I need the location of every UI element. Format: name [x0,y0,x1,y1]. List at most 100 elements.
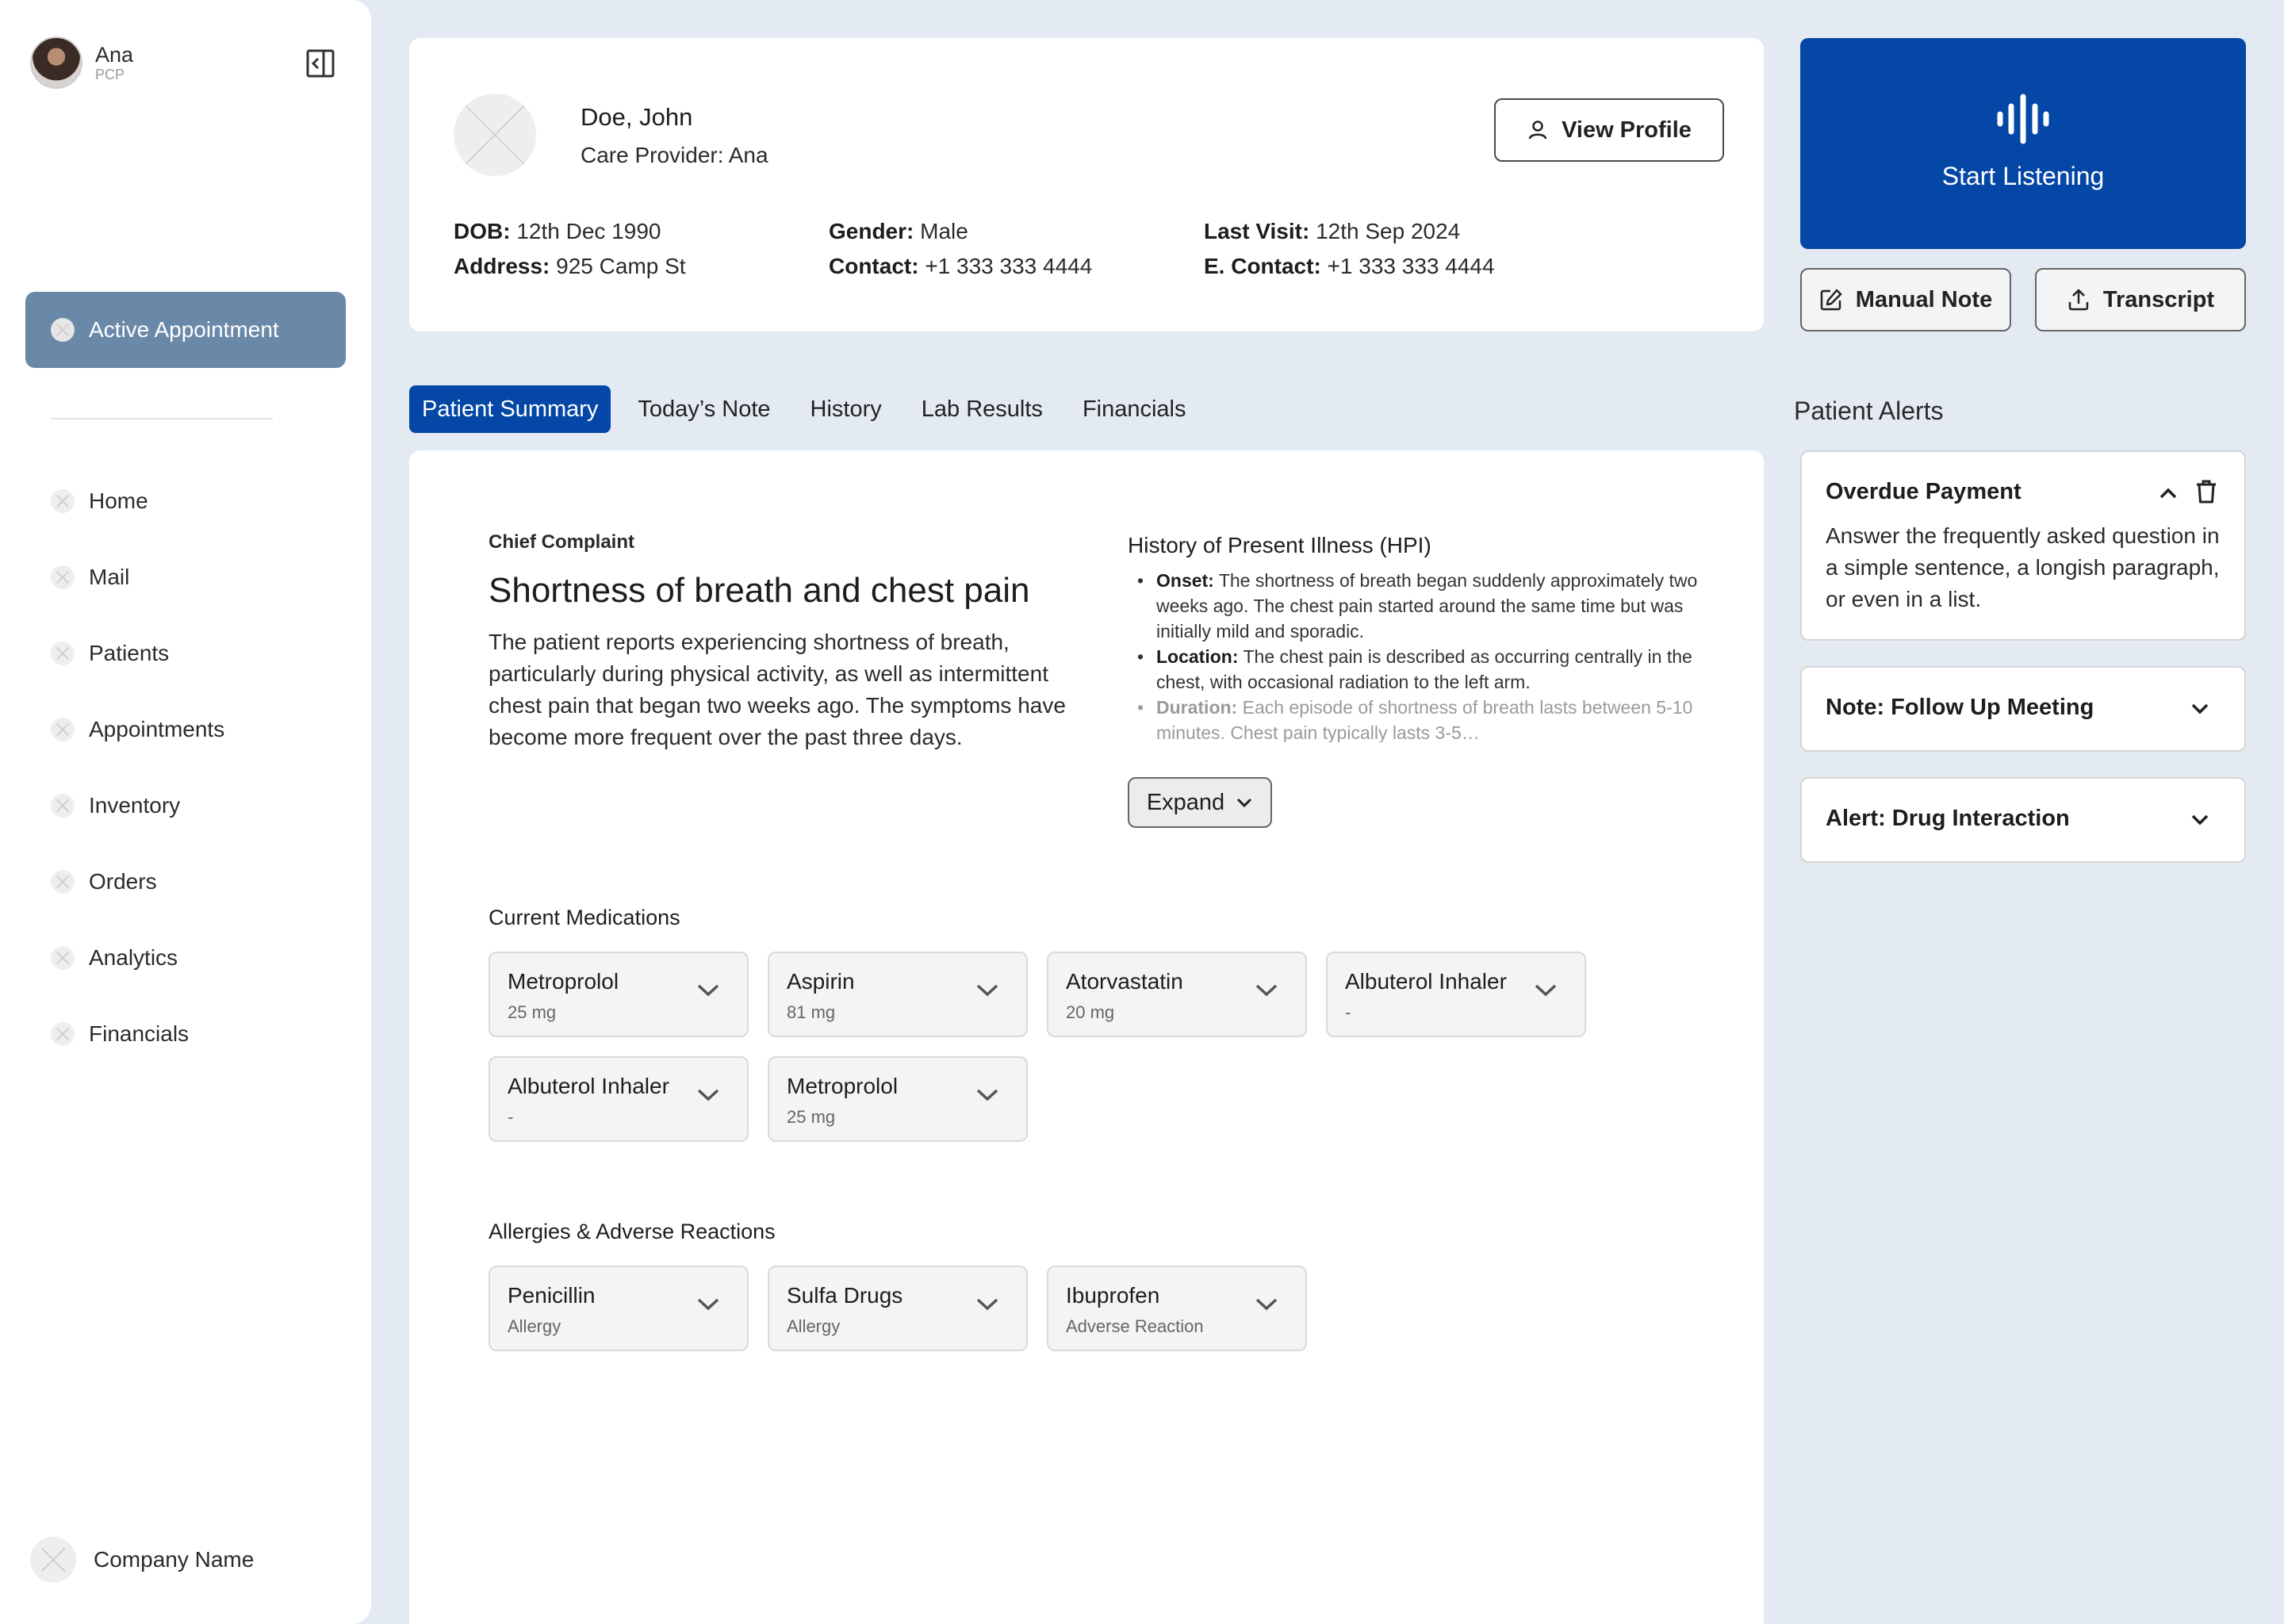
medication-name: Albuterol Inhaler [1345,969,1507,994]
medication-chip[interactable]: Metroprolol 25 mg [768,1056,1028,1142]
sidebar-item-label: Orders [89,869,157,894]
medication-dose: 25 mg [508,1002,557,1022]
tab-todays-note[interactable]: Today’s Note [625,385,783,433]
sidebar-item-inventory[interactable]: Inventory [51,768,224,844]
allergy-chip[interactable]: Sulfa Drugs Allergy [768,1266,1028,1351]
chevron-down-icon [976,984,998,997]
medication-chip[interactable]: Metroprolol 25 mg [489,952,749,1037]
sidebar-item-label: Patients [89,641,170,665]
alert-card-overdue-payment: Overdue Payment Answer the frequently as… [1800,450,2246,641]
edit-icon [1820,289,1842,311]
trash-icon[interactable] [2195,479,2217,504]
chevron-up-icon[interactable] [2159,487,2178,500]
allergy-name: Ibuprofen [1066,1283,1160,1308]
medication-dose: 25 mg [787,1107,836,1127]
start-listening-label: Start Listening [1941,162,2105,190]
address: Address: 925 Camp St [454,254,686,278]
last-visit: Last Visit: 12th Sep 2024 [1204,219,1461,243]
sidebar-item-label: Home [89,488,148,513]
hpi-item: Duration: Each episode of shortness of b… [1128,695,1707,742]
patient-header-card: Doe, John Care Provider: Ana View Profil… [409,38,1764,331]
sidebar-item-mail[interactable]: Mail [51,539,224,615]
patient-avatar [454,94,536,176]
view-profile-label: View Profile [1562,117,1692,143]
user-icon [1528,121,1547,140]
allergy-type: Allergy [787,1316,841,1336]
chevron-down-icon [1237,798,1252,808]
manual-note-button[interactable]: Manual Note [1800,268,2011,331]
sidebar-item-home[interactable]: Home [51,463,224,539]
view-profile-button[interactable]: View Profile [1494,98,1724,162]
sidebar-item-analytics[interactable]: Analytics [51,920,224,996]
company-switcher[interactable]: Company Name [30,1537,254,1583]
medication-name: Albuterol Inhaler [508,1074,669,1098]
gender: Gender: Male [829,219,968,243]
allergy-chip[interactable]: Ibuprofen Adverse Reaction [1047,1266,1307,1351]
sidebar-item-label: Inventory [89,793,181,818]
dob: DOB: 12th Dec 1990 [454,219,661,243]
chevron-down-icon [697,1089,719,1101]
chief-complaint-body: The patient reports experiencing shortne… [489,630,1066,749]
sidebar-item-label: Analytics [89,945,178,970]
alert-card-drug-interaction[interactable]: Alert: Drug Interaction [1800,777,2246,863]
medication-chip[interactable]: Atorvastatin 20 mg [1047,952,1307,1037]
hpi-title: History of Present Illness (HPI) [1128,533,1431,557]
patient-tabs: Patient Summary Today’s Note History Lab… [409,385,1213,433]
medication-name: Metroprolol [787,1074,899,1098]
placeholder-icon [51,489,75,513]
audio-waveform-icon [1997,94,2049,144]
allergy-name: Sulfa Drugs [787,1283,903,1308]
medication-name: Metroprolol [508,969,619,994]
alert-title: Overdue Payment [1826,479,2021,504]
sidebar-nav: Home Mail Patients Appointments Inventor… [51,463,224,1072]
chevron-down-icon [2191,814,2209,825]
placeholder-icon [51,718,75,741]
user-profile[interactable]: Ana PCP [30,36,133,89]
chevron-down-icon [976,1089,998,1101]
medication-chip[interactable]: Albuterol Inhaler - [1326,952,1586,1037]
medication-dose: 20 mg [1066,1002,1115,1022]
sidebar-item-financials[interactable]: Financials [51,996,224,1072]
placeholder-icon [51,642,75,665]
medication-dose: - [508,1107,514,1127]
contact: Contact: +1 333 333 4444 [829,254,1093,278]
tab-financials[interactable]: Financials [1070,385,1199,433]
hpi-list: Onset: The shortness of breath began sud… [1128,568,1707,742]
expand-button[interactable]: Expand [1128,777,1272,828]
start-listening-button[interactable]: Start Listening [1800,38,2246,249]
sidebar-item-orders[interactable]: Orders [51,844,224,920]
chief-complaint-label: Chief Complaint [489,531,634,553]
sidebar-item-appointments[interactable]: Appointments [51,691,224,768]
transcript-button[interactable]: Transcript [2035,268,2246,331]
placeholder-icon [51,870,75,894]
medication-chip[interactable]: Aspirin 81 mg [768,952,1028,1037]
patient-info-grid: DOB: 12th Dec 1990 Gender: Male Last Vis… [454,219,1579,279]
allergy-chip[interactable]: Penicillin Allergy [489,1266,749,1351]
placeholder-icon [51,1022,75,1046]
chevron-down-icon [1535,984,1557,997]
sidebar-item-patients[interactable]: Patients [51,615,224,691]
placeholder-icon [51,565,75,589]
divider [51,418,273,419]
chief-complaint-title: Shortness of breath and chest pain [489,571,1030,610]
chevron-down-icon [697,984,719,997]
transcript-label: Transcript [2102,286,2215,312]
manual-note-label: Manual Note [1855,286,1993,312]
alert-card-follow-up[interactable]: Note: Follow Up Meeting [1800,666,2246,752]
collapse-sidebar-icon[interactable] [305,48,336,79]
sidebar-item-label: Appointments [89,717,225,741]
medication-chip[interactable]: Albuterol Inhaler - [489,1056,749,1142]
tab-patient-summary[interactable]: Patient Summary [409,385,611,433]
placeholder-icon [51,794,75,818]
sidebar-item-active-appointment[interactable]: Active Appointment [25,292,346,368]
chevron-down-icon [1255,1298,1278,1311]
sidebar-item-label: Mail [89,565,130,589]
tab-history[interactable]: History [798,385,895,433]
tab-lab-results[interactable]: Lab Results [909,385,1056,433]
patient-alerts-title: Patient Alerts [1794,396,1944,425]
patient-summary-panel: Chief Complaint Shortness of breath and … [409,450,1764,1624]
chevron-down-icon [2191,703,2209,714]
alert-body: Answer the frequently asked question in … [1826,523,2220,611]
allergy-type: Allergy [508,1316,561,1336]
sidebar-item-label: Active Appointment [89,317,279,342]
